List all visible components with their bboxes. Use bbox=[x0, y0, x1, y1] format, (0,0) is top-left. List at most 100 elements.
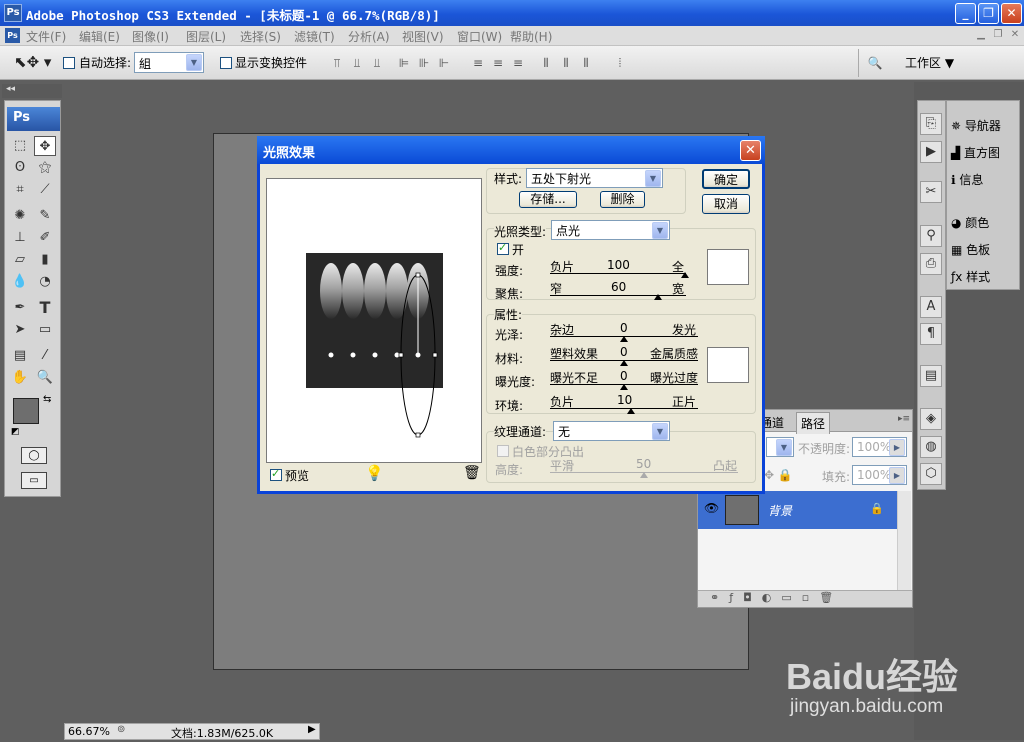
clone-source-icon[interactable]: ⎙ bbox=[920, 253, 942, 275]
maximize-button[interactable]: ❐ bbox=[978, 3, 999, 24]
layers-footer-icons[interactable]: ⚭ƒ◘◐▭▫🗑 bbox=[698, 590, 912, 607]
opacity-field[interactable]: 100% ▶ bbox=[852, 437, 907, 457]
menu-file[interactable]: 文件(F) bbox=[26, 28, 66, 45]
material-slider-thumb[interactable] bbox=[620, 360, 628, 366]
channels-panel-icon[interactable]: ◍ bbox=[920, 436, 942, 458]
align-right-icon[interactable]: ⊩ bbox=[433, 54, 455, 72]
notes-tool-icon[interactable]: ▤ bbox=[9, 346, 31, 366]
dodge-tool-icon[interactable]: ◔ bbox=[34, 272, 56, 292]
doc-minimize-icon[interactable]: ▁ bbox=[973, 29, 989, 43]
align-left-icon[interactable]: ⊫ bbox=[393, 54, 415, 72]
blend-mode-dropdown[interactable]: ▼ bbox=[766, 437, 794, 457]
status-menu-arrow-icon[interactable]: ▶ bbox=[308, 724, 316, 735]
palette-styles[interactable]: ƒx 样式 bbox=[951, 268, 990, 285]
preview-area[interactable] bbox=[266, 178, 482, 463]
crop-tool-icon[interactable]: ⌗ bbox=[9, 180, 31, 200]
save-style-button[interactable]: 存储... bbox=[519, 191, 577, 208]
document-icon[interactable]: Ps bbox=[5, 28, 20, 43]
type-tool-icon[interactable]: T bbox=[34, 298, 56, 318]
doc-close-icon[interactable]: ✕ bbox=[1007, 29, 1023, 43]
align-bottom-icon[interactable]: ⫫ bbox=[366, 54, 388, 72]
eraser-tool-icon[interactable]: ▱ bbox=[9, 250, 31, 270]
height-slider-thumb[interactable] bbox=[640, 472, 648, 478]
panel-menu-icon[interactable]: ▸≡ bbox=[898, 414, 910, 424]
distribute-vcenter-icon[interactable]: ≡ bbox=[487, 54, 509, 72]
path-select-icon[interactable]: ➤ bbox=[9, 320, 31, 340]
zoom-tool-icon[interactable]: 🔍 bbox=[34, 368, 56, 388]
menu-layer[interactable]: 图层(L) bbox=[186, 28, 226, 45]
cancel-button[interactable]: 取消 bbox=[702, 194, 750, 214]
close-button[interactable]: ✕ bbox=[1001, 3, 1022, 24]
history-icon[interactable]: ⎘ bbox=[920, 113, 942, 135]
slice-tool-icon[interactable]: ⟋ bbox=[34, 180, 56, 200]
clone-stamp-icon[interactable]: ⊥ bbox=[9, 228, 31, 248]
healing-brush-icon[interactable]: ✺ bbox=[9, 206, 31, 226]
zoom-level[interactable]: 66.67% bbox=[68, 725, 110, 738]
layer-row-background[interactable]: 👁 背景 🔒 bbox=[698, 491, 897, 529]
align-vcenter-icon[interactable]: ⫫ bbox=[346, 54, 368, 72]
tab-paths[interactable]: 路径 bbox=[796, 412, 831, 434]
brushes-icon[interactable]: ⚲ bbox=[920, 225, 942, 247]
palette-color[interactable]: ◕ 颜色 bbox=[951, 214, 989, 231]
lasso-tool-icon[interactable]: ʘ bbox=[9, 158, 31, 178]
palette-swatches[interactable]: ▦ 色板 bbox=[951, 241, 990, 258]
doc-restore-icon[interactable]: ❐ bbox=[990, 29, 1006, 43]
palette-navigator[interactable]: ✵ 导航器 bbox=[951, 117, 1001, 134]
menu-analysis[interactable]: 分析(A) bbox=[348, 28, 390, 45]
brush-tool-icon[interactable]: ✎ bbox=[34, 206, 56, 226]
menu-window[interactable]: 窗口(W) bbox=[457, 28, 502, 45]
tool-presets-icon[interactable]: ✂ bbox=[920, 181, 942, 203]
intensity-slider-thumb[interactable] bbox=[681, 272, 689, 278]
menu-image[interactable]: 图像(I) bbox=[132, 28, 169, 45]
fill-field[interactable]: 100% ▶ bbox=[852, 465, 907, 485]
magic-wand-icon[interactable]: ⚝ bbox=[34, 158, 56, 178]
eyedropper-icon[interactable]: ⁄ bbox=[34, 346, 56, 366]
show-transform-checkbox[interactable] bbox=[220, 57, 232, 69]
marquee-tool-icon[interactable]: ⬚ bbox=[9, 136, 31, 156]
quick-mask-icon[interactable]: ◯ bbox=[21, 447, 47, 464]
delete-style-button[interactable]: 删除 bbox=[600, 191, 645, 208]
menu-select[interactable]: 选择(S) bbox=[240, 28, 281, 45]
white-high-checkbox[interactable] bbox=[497, 445, 509, 457]
character-icon[interactable]: A bbox=[920, 296, 942, 318]
bridge-icon[interactable]: 🔍 bbox=[864, 54, 886, 72]
actions-icon[interactable]: ▶ bbox=[920, 141, 942, 163]
align-hcenter-icon[interactable]: ⊪ bbox=[413, 54, 435, 72]
auto-select-dropdown[interactable]: 組 ▼ bbox=[134, 52, 204, 73]
paragraph-icon[interactable]: ¶ bbox=[920, 323, 942, 345]
screen-mode-icon[interactable]: ▭ bbox=[21, 472, 47, 489]
auto-align-icon[interactable]: ⦙ bbox=[609, 54, 631, 72]
menu-view[interactable]: 视图(V) bbox=[402, 28, 444, 45]
layers-scrollbar[interactable] bbox=[897, 491, 911, 591]
texture-channel-dropdown[interactable]: 无 ▼ bbox=[553, 421, 670, 441]
preview-checkbox[interactable] bbox=[270, 467, 282, 481]
ambience-slider-thumb[interactable] bbox=[627, 408, 635, 414]
paths-panel-icon[interactable]: ⬡ bbox=[920, 463, 942, 485]
palette-histogram[interactable]: ▟ 直方图 bbox=[951, 144, 1000, 161]
menu-filter[interactable]: 滤镜(T) bbox=[294, 28, 335, 45]
pen-tool-icon[interactable]: ✒ bbox=[9, 298, 31, 318]
lock-icons[interactable]: ✥ 🔒 bbox=[764, 468, 793, 482]
swap-colors-icon[interactable]: ⇆ bbox=[43, 394, 51, 405]
gloss-slider-thumb[interactable] bbox=[620, 336, 628, 342]
light-bulb-icon[interactable]: 💡 bbox=[365, 464, 384, 482]
menu-edit[interactable]: 编辑(E) bbox=[79, 28, 120, 45]
dialog-close-button[interactable]: ✕ bbox=[740, 140, 761, 161]
move-tool-icon[interactable]: ✥ bbox=[34, 136, 56, 156]
distribute-top-icon[interactable]: ≡ bbox=[467, 54, 489, 72]
focus-slider-thumb[interactable] bbox=[654, 294, 662, 300]
dialog-title-bar[interactable]: 光照效果 ✕ bbox=[257, 136, 765, 164]
minimize-button[interactable]: _ bbox=[955, 3, 976, 24]
light-on-checkbox[interactable] bbox=[497, 241, 509, 255]
shape-tool-icon[interactable]: ▭ bbox=[34, 320, 56, 340]
toolbox-header[interactable]: ◂◂ bbox=[2, 84, 62, 98]
default-colors-icon[interactable]: ◩ bbox=[11, 427, 20, 437]
style-dropdown[interactable]: 五处下射光 ▼ bbox=[526, 168, 663, 188]
light-color-swatch[interactable] bbox=[707, 249, 749, 285]
status-preview-icon[interactable]: ⊚ bbox=[117, 724, 125, 735]
workspace-button[interactable]: 工作区 ▼ bbox=[905, 54, 954, 71]
visibility-eye-icon[interactable]: 👁 bbox=[704, 501, 719, 515]
layer-name[interactable]: 背景 bbox=[768, 502, 792, 519]
distribute-right-icon[interactable]: ⦀ bbox=[575, 54, 597, 72]
ambience-slider[interactable] bbox=[550, 408, 698, 409]
